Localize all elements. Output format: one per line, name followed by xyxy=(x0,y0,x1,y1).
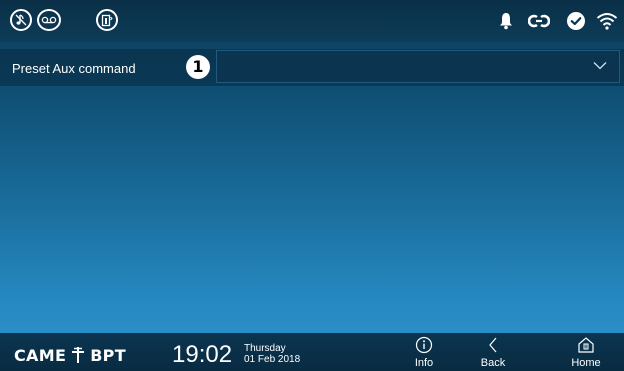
brand-came: CAME xyxy=(14,346,67,365)
brand-bpt: BPT xyxy=(90,346,126,365)
back-icon xyxy=(487,336,499,354)
intercom-screen: Preset Aux command 1 CAME BPT 19:02 Thur… xyxy=(0,0,624,371)
chevron-down-icon xyxy=(593,61,607,70)
mute-ringtone-icon[interactable] xyxy=(10,9,32,31)
info-label: Info xyxy=(414,357,434,369)
bell-icon xyxy=(499,12,513,30)
back-label: Back xyxy=(480,357,506,369)
info-icon xyxy=(415,336,433,354)
clock-time: 19:02 xyxy=(172,341,233,368)
preset-aux-command-label: Preset Aux command xyxy=(12,61,136,76)
home-icon xyxy=(577,336,595,354)
door-open-icon[interactable] xyxy=(96,9,118,31)
clock-date: Thursday 01 Feb 2018 xyxy=(244,343,300,365)
callout-number-badge: 1 xyxy=(186,55,210,79)
answering-machine-icon[interactable] xyxy=(37,9,61,31)
link-icon xyxy=(528,13,550,29)
weekday: Thursday xyxy=(244,343,286,354)
preset-aux-command-dropdown[interactable] xyxy=(216,50,620,83)
date: 01 Feb 2018 xyxy=(244,354,301,365)
brand-separator-icon xyxy=(72,346,85,365)
brand-logo: CAME BPT xyxy=(14,346,126,365)
wifi-icon xyxy=(596,12,618,30)
check-circle-icon xyxy=(567,12,585,30)
home-label: Home xyxy=(571,357,601,369)
